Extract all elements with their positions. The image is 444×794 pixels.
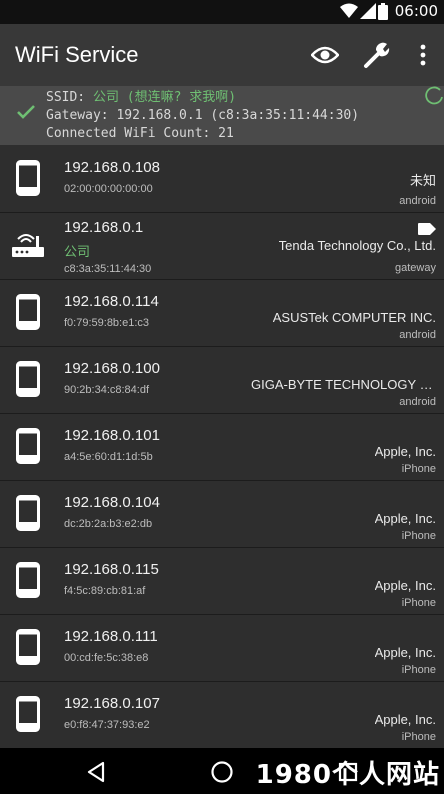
ssid-line: SSID: 公司 (想连嘛? 求我啊) xyxy=(46,90,237,105)
device-row[interactable]: 192.168.0.115 f4:5c:89:cb:81:af Apple, I… xyxy=(0,548,444,615)
device-ip: 192.168.0.107 xyxy=(64,695,160,712)
device-row[interactable]: 192.168.0.108 02:00:00:00:00:00 未知 andro… xyxy=(0,146,444,213)
tag-icon xyxy=(418,220,436,239)
watermark: 1980个人网站 xyxy=(255,760,440,790)
device-mac: c8:3a:35:11:44:30 xyxy=(64,263,152,275)
device-ip: 192.168.0.108 xyxy=(64,159,160,176)
back-icon[interactable] xyxy=(82,758,110,786)
app-title: WiFi Service xyxy=(15,42,139,67)
device-row-gateway[interactable]: 192.168.0.1 公司 c8:3a:35:11:44:30 Tenda T… xyxy=(0,213,444,280)
battery-icon xyxy=(378,3,388,24)
device-vendor: Apple, Inc. xyxy=(374,645,436,660)
device-ip: 192.168.0.101 xyxy=(64,427,160,444)
device-row[interactable]: 192.168.0.101 a4:5e:60:d1:1d:5b Apple, I… xyxy=(0,414,444,481)
device-row[interactable]: 192.168.0.107 e0:f8:47:37:93:e2 Apple, I… xyxy=(0,682,444,748)
device-row[interactable]: 192.168.0.111 00:cd:fe:5c:38:e8 Apple, I… xyxy=(0,615,444,682)
device-vendor: Apple, Inc. xyxy=(374,578,436,593)
home-icon[interactable] xyxy=(208,758,236,786)
nav-bar: 1980个人网站 xyxy=(0,748,444,794)
app-bar: WiFi Service xyxy=(0,24,444,86)
device-kind: iPhone xyxy=(401,597,436,609)
device-mac: dc:2b:2a:b3:e2:db xyxy=(64,518,153,530)
device-kind: android xyxy=(399,329,436,341)
device-row[interactable]: 192.168.0.104 dc:2b:2a:b3:e2:db Apple, I… xyxy=(0,481,444,548)
device-kind: android xyxy=(399,396,436,408)
device-vendor: Tenda Technology Co., Ltd. xyxy=(278,238,436,253)
network-info-panel: SSID: 公司 (想连嘛? 求我啊) Gateway: 192.168.0.1… xyxy=(0,86,444,146)
device-row[interactable]: 192.168.0.100 90:2b:34:c8:84:df GIGA-BYT… xyxy=(0,347,444,414)
device-ip: 192.168.0.115 xyxy=(64,561,159,578)
device-mac: e0:f8:47:37:93:e2 xyxy=(64,719,150,731)
phone-icon xyxy=(10,158,46,198)
device-kind: iPhone xyxy=(401,530,436,542)
device-ip: 192.168.0.104 xyxy=(64,494,160,511)
device-kind: iPhone xyxy=(401,664,436,676)
device-ip: 192.168.0.100 xyxy=(64,360,160,377)
more-vert-icon[interactable] xyxy=(408,40,438,70)
phone-icon xyxy=(10,292,46,332)
device-mac: a4:5e:60:d1:1d:5b xyxy=(64,451,153,463)
device-ip: 192.168.0.114 xyxy=(64,293,159,310)
wifi-icon xyxy=(340,3,358,23)
device-mac: f4:5c:89:cb:81:af xyxy=(64,585,146,597)
cell-signal-icon xyxy=(360,3,376,23)
router-icon xyxy=(10,225,46,265)
device-mac: 02:00:00:00:00:00 xyxy=(64,183,153,195)
device-kind: gateway xyxy=(395,262,436,274)
device-vendor: Apple, Inc. xyxy=(374,444,436,459)
device-vendor: ASUSTek COMPUTER INC. xyxy=(272,310,436,325)
device-mac: 00:cd:fe:5c:38:e8 xyxy=(64,652,149,664)
device-mac: f0:79:59:8b:e1:c3 xyxy=(64,317,150,329)
status-time: 06:00 xyxy=(394,2,438,20)
device-ip: 192.168.0.1 xyxy=(64,219,144,236)
phone-icon xyxy=(10,493,46,533)
device-vendor: Apple, Inc. xyxy=(374,712,436,727)
check-icon xyxy=(16,104,36,124)
device-row[interactable]: 192.168.0.114 f0:79:59:8b:e1:c3 ASUSTek … xyxy=(0,280,444,347)
status-bar: 06:00 xyxy=(0,0,444,24)
eye-icon[interactable] xyxy=(310,40,340,70)
gateway-line: Gateway: 192.168.0.1 (c8:3a:35:11:44:30) xyxy=(46,108,360,123)
phone-icon xyxy=(10,426,46,466)
count-line: Connected WiFi Count: 21 xyxy=(46,126,234,141)
device-kind: iPhone xyxy=(401,731,436,743)
device-list: 192.168.0.108 02:00:00:00:00:00 未知 andro… xyxy=(0,146,444,748)
device-kind: android xyxy=(399,195,436,207)
device-kind: iPhone xyxy=(401,463,436,475)
device-mac: 90:2b:34:c8:84:df xyxy=(64,384,150,396)
wrench-icon[interactable] xyxy=(362,40,392,70)
device-vendor: GIGA-BYTE TECHNOLOGY C... xyxy=(251,377,436,392)
phone-icon xyxy=(10,627,46,667)
device-vendor: Apple, Inc. xyxy=(374,511,436,526)
phone-icon xyxy=(10,560,46,600)
device-ip: 192.168.0.111 xyxy=(64,628,158,645)
device-vendor: 未知 xyxy=(409,173,436,188)
ssid-value: 公司 (想连嘛? 求我啊) xyxy=(92,90,237,105)
refresh-icon[interactable] xyxy=(424,86,444,110)
phone-icon xyxy=(10,359,46,399)
device-ssid-name: 公司 xyxy=(64,245,91,260)
phone-icon xyxy=(10,694,46,734)
